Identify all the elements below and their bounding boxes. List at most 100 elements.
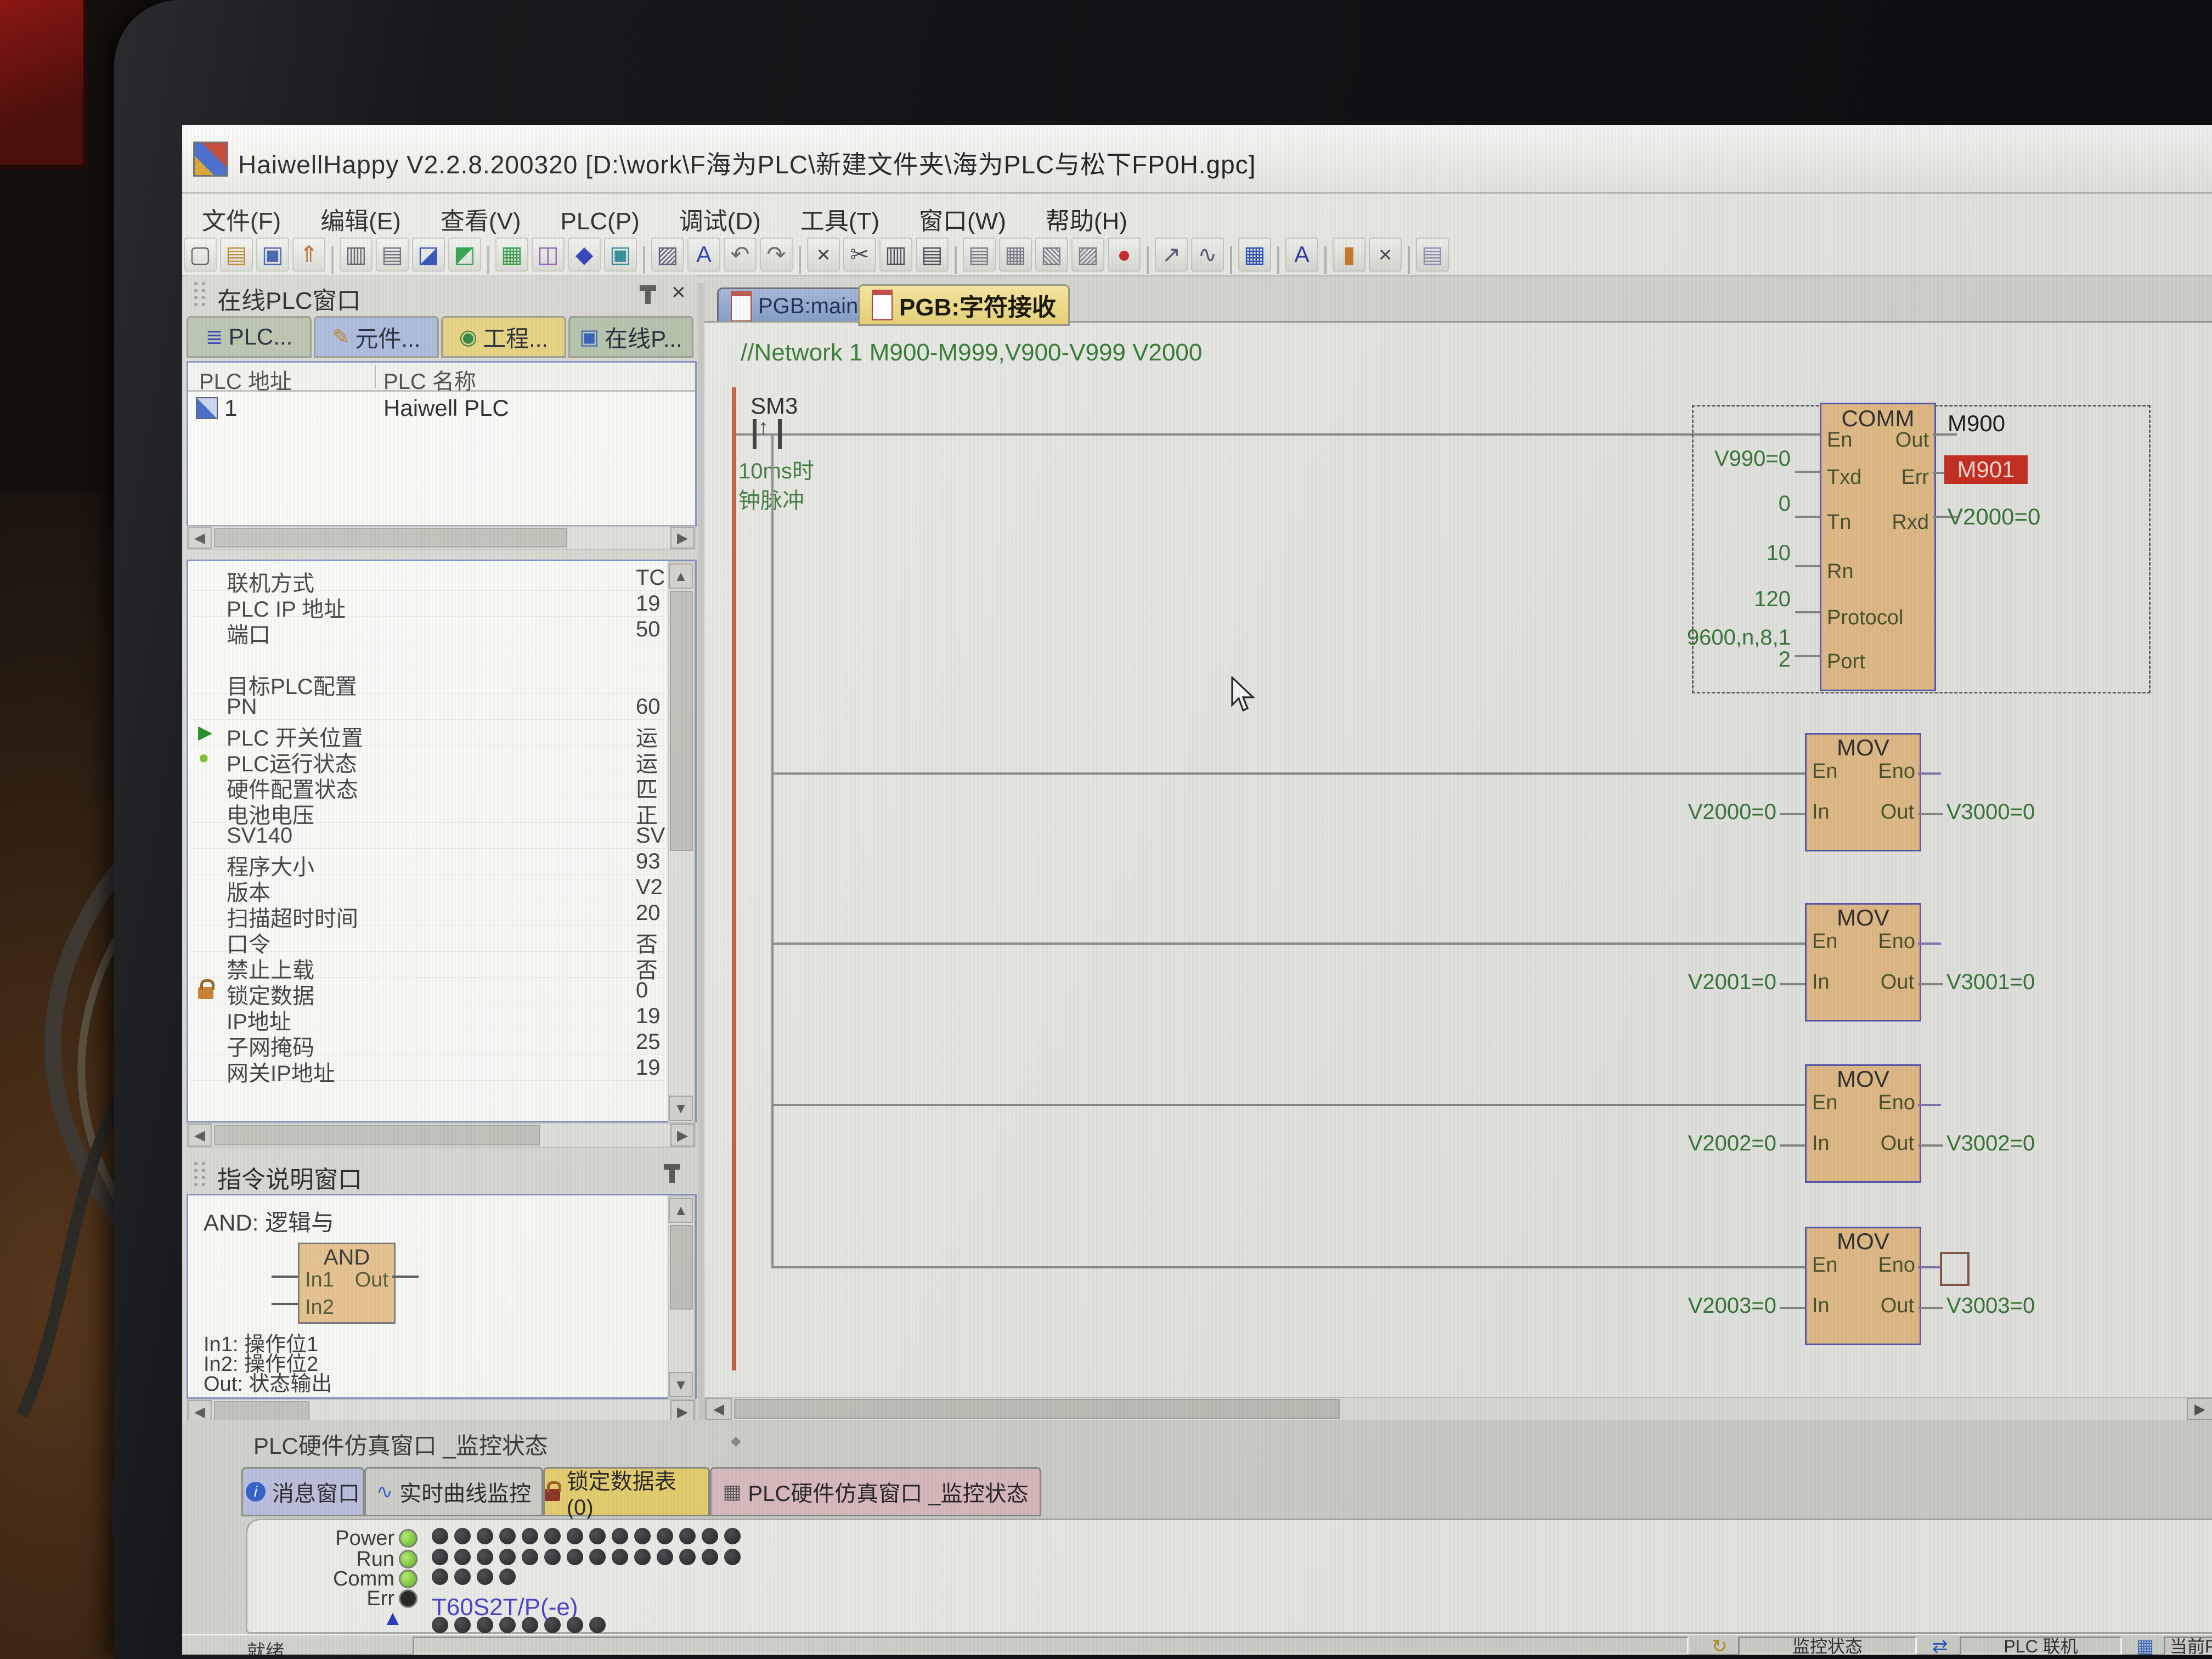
dock-splitter[interactable] [698,283,704,1420]
ladder-hscrollbar[interactable]: ◀ ▶ [704,1397,2212,1423]
tab-pgb-char-receive[interactable]: PGB:字符接收 [858,284,1070,326]
property-row[interactable]: IP地址19 [190,1003,665,1029]
clipboard-view-button[interactable]: ▤ [1416,238,1449,272]
tab-pgb-main[interactable]: PGB:main [717,287,872,325]
scroll-thumb[interactable] [214,1401,309,1422]
lock-button[interactable]: ▮ [1333,238,1365,272]
property-row[interactable]: 锁定数据0 [190,977,665,1003]
network-comment-button[interactable]: ▨ [1071,238,1104,272]
comm-input-value[interactable]: 10 [1571,541,1791,566]
dock-tab-2[interactable]: ◉工程... [441,316,566,358]
print-button[interactable]: ▥ [340,238,373,272]
drag-grip[interactable] [194,1162,205,1186]
property-row[interactable]: 口令否 [190,926,665,952]
data-monitor-table-button[interactable]: ▦ [1238,238,1271,272]
download-plc-button[interactable]: ◫ [532,238,565,272]
comm-input-value[interactable]: 120 [1571,587,1791,612]
comm-input-value[interactable]: 2 [1571,647,1791,672]
bottom-tab-0[interactable]: i消息窗口 [241,1467,364,1516]
property-row[interactable]: 联机方式TC [190,565,665,591]
contact-label[interactable]: SM3 [751,393,798,419]
property-row[interactable] [190,642,665,668]
scroll-right-arrow[interactable]: ▶ [670,1124,695,1147]
comm-output-label[interactable]: M900 [1948,410,2005,437]
properties-vscrollbar[interactable]: ▲ ▼ [668,561,695,1123]
scroll-right-arrow[interactable]: ▶ [2187,1398,2212,1420]
comm-output-value[interactable]: V2000=0 [1948,504,2040,530]
export-file-button[interactable]: ◪ [412,238,445,272]
scroll-thumb[interactable] [214,1125,540,1146]
mov-input-value[interactable]: V2002=0 [1557,1131,1776,1156]
pin-icon[interactable] [669,1164,675,1183]
redo-button[interactable]: ↷ [760,238,793,272]
mov-block-1[interactable]: MOVEnEnoInOut [1805,903,1921,1022]
property-row[interactable]: 扫描超时时间20 [190,900,665,926]
insert-network-button[interactable]: ▤ [963,238,996,272]
property-row[interactable]: ▶PLC 开关位置运 [190,719,665,746]
scroll-thumb[interactable] [670,1225,693,1310]
scroll-up-arrow[interactable]: ▲ [669,563,693,589]
plc-table-hscrollbar[interactable]: ◀ ▶ [187,526,696,550]
comm-input-value[interactable]: 0 [1571,492,1791,516]
find-button[interactable]: A [687,238,720,272]
waveform-button[interactable]: ∿ [1191,238,1224,272]
run-stop-button[interactable]: ● [1108,238,1141,272]
dock-tab-3[interactable]: ▣在线P... [568,316,693,358]
close-icon[interactable]: × [672,279,686,306]
bottom-tab-3[interactable]: ▦PLC硬件仿真窗口 _监控状态 [710,1467,1041,1516]
compile-button[interactable]: ▦ [495,238,528,272]
scroll-thumb[interactable] [734,1399,1340,1419]
property-row[interactable]: PN60 [190,693,665,720]
properties-hscrollbar[interactable]: ◀ ▶ [187,1122,696,1148]
mov-block-3[interactable]: MOVEnEnoInOut [1805,1227,1921,1345]
expand-triangle-icon[interactable]: ▲ [382,1607,403,1630]
menu-item-7[interactable]: 帮助(H) [1026,194,1147,236]
menu-item-6[interactable]: 窗口(W) [899,194,1026,236]
menu-item-4[interactable]: 调试(D) [659,194,781,236]
menu-item-3[interactable]: PLC(P) [541,200,659,235]
property-row[interactable]: 版本V2 [190,874,665,900]
property-row[interactable]: 子网掩码25 [190,1029,665,1055]
online-monitor-button[interactable]: ▣ [604,238,637,272]
delete-button[interactable]: × [807,238,840,272]
property-row[interactable]: PLC IP 地址19 [190,590,665,617]
mov-output-value[interactable]: V3002=0 [1946,1131,2035,1156]
ladder-canvas[interactable]: //Network 1 M900-M999,V900-V999 V2000 SM… [704,323,2212,1397]
comm-input-value[interactable]: V990=0 [1571,447,1791,471]
close-x-button[interactable]: × [1369,238,1402,272]
menu-item-5[interactable]: 工具(T) [781,194,899,236]
comm-output-error[interactable]: M901 [1944,455,2028,484]
scroll-up-arrow[interactable]: ▲ [669,1198,693,1223]
copy-button[interactable]: ▥ [879,238,912,272]
status-monitor-state[interactable]: 监控状态 [1738,1637,1917,1655]
print-preview-button[interactable]: ▤ [376,238,409,272]
scroll-thumb[interactable] [670,591,693,851]
pen-tool-button[interactable]: ↗ [1155,238,1188,272]
property-row[interactable]: ●PLC运行状态运 [190,745,665,771]
pin-icon[interactable] [645,285,651,304]
menu-item-0[interactable]: 文件(F) [182,194,301,236]
verify-button[interactable]: ▨ [651,238,684,272]
font-button[interactable]: A [1285,238,1318,272]
scroll-down-arrow[interactable]: ▼ [669,1372,693,1397]
scroll-left-arrow[interactable]: ◀ [188,1124,212,1147]
menu-item-1[interactable]: 编辑(E) [301,194,421,236]
dock-tab-0[interactable]: ≣PLC... [187,316,312,358]
scroll-right-arrow[interactable]: ▶ [670,527,695,549]
property-row[interactable]: 电池电压正 [190,797,665,823]
property-row[interactable]: 端口50 [190,616,665,642]
bottom-tab-2[interactable]: 锁定数据表 (0) [543,1467,710,1516]
delete-network-button[interactable]: ▧ [1035,238,1068,272]
comm-input-value[interactable]: 9600,n,8,1 [1571,625,1791,650]
cut-button[interactable]: ✂ [843,238,876,272]
undo-button[interactable]: ↶ [724,238,757,272]
mov-output-value[interactable]: V3000=0 [1946,800,2035,825]
property-row[interactable]: 硬件配置状态匹 [190,771,665,797]
property-row[interactable]: 目标PLC配置 [190,668,665,694]
new-file-button[interactable]: ▢ [184,238,217,272]
mov-output-value[interactable]: V3003=0 [1946,1294,2035,1318]
scroll-down-arrow[interactable]: ▼ [669,1096,693,1121]
scroll-left-arrow[interactable]: ◀ [706,1398,732,1420]
property-row[interactable]: 程序大小93 [190,848,665,874]
menu-item-2[interactable]: 查看(V) [421,194,541,236]
